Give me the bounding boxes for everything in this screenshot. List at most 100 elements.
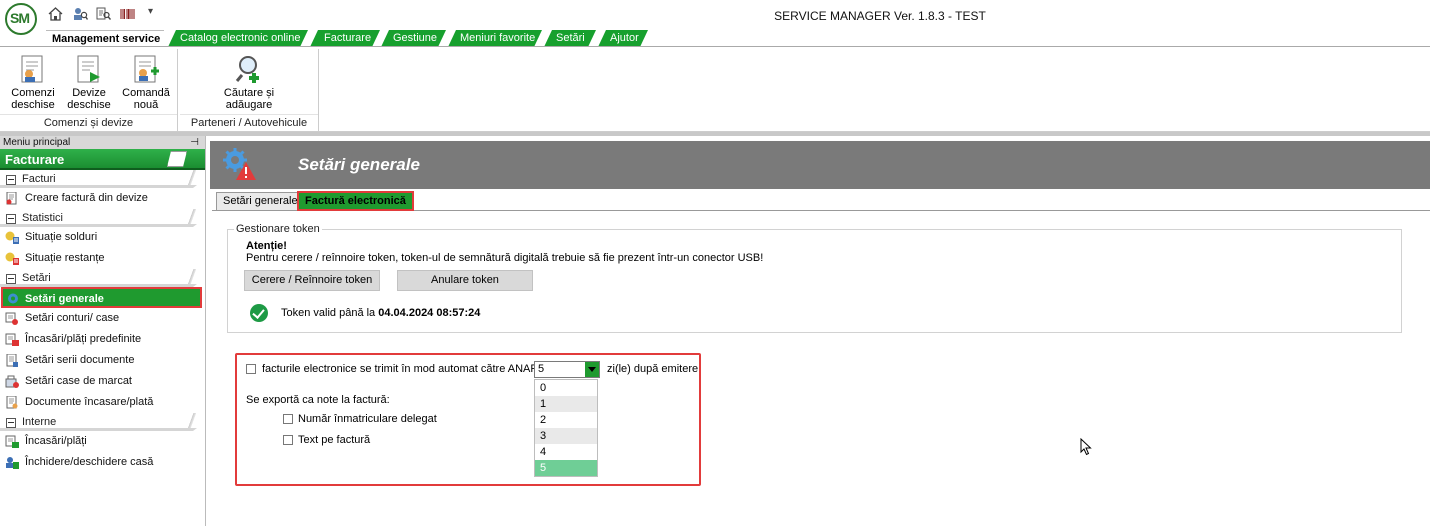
window-title: SERVICE MANAGER Ver. 1.8.3 - TEST [774,9,986,23]
days-suffix-label: zi(le) după emitere [607,363,699,375]
sidebar-item-incasari-plati-predefinite[interactable]: Încasări/plăți predefinite [0,329,205,350]
section-statistici[interactable]: Statistici [0,209,205,227]
sidebar-item-incasari-plati[interactable]: Încasări/plăți [0,431,205,452]
section-setari-label: Setări [22,272,51,284]
sidebar-item-label: Încasări/plăți predefinite [25,333,142,345]
sidebar-item-situatie-restante[interactable]: Situație restanțe [0,248,205,269]
ribbon-group-comenzi-label: Comenzi și devize [0,114,177,129]
sidebar-item-label: Creare factură din devize [25,192,148,204]
sidebar-item-setari-generale[interactable]: Setări generale [1,287,202,308]
payment-documents-icon [5,395,19,409]
balance-report-icon [5,231,19,244]
ribbon-group-comenzi: Comenzi deschise Devize deschise Comandă… [0,49,178,131]
comanda-noua-button[interactable]: Comandă nouă [120,53,172,111]
check-circle-icon [250,304,268,322]
menu-tabs: Management service Catalog electronic on… [0,30,1430,47]
dropdown-option[interactable]: 1 [535,396,597,412]
token-group-legend: Gestionare token [234,223,322,235]
dropdown-option[interactable]: 3 [535,428,597,444]
plate-number-label: Număr înmatriculare delegat [298,413,437,425]
token-status: Token valid până la 04.04.2024 08:57:24 [281,307,480,319]
invoice-text-label: Text pe factură [298,434,371,446]
section-interne-label: Interne [22,416,57,428]
export-notes-label: Se exportă ca note la factură: [246,394,390,406]
tab-facturare-label: Facturare [324,32,372,44]
sidebar-item-documente-incasare-plata[interactable]: Documente încasare/plată [0,392,205,413]
auto-send-label: facturile electronice se trimit în mod a… [262,363,550,375]
page-title: Setări generale [298,155,420,174]
sidebar-item-setari-serii-documente[interactable]: Setări serii documente [0,350,205,371]
plate-number-checkbox[interactable] [283,414,293,424]
token-management-group: Gestionare token Atenție! Pentru cerere … [227,223,1402,333]
sidebar-item-label: Închidere/deschidere casă [25,456,154,468]
invoice-text-checkbox[interactable] [283,435,293,445]
devize-deschise-line1: Devize [72,87,106,99]
predefined-payments-icon [5,333,19,346]
request-token-button[interactable]: Cerere / Reînnoire token [244,270,380,291]
section-statistici-label: Statistici [22,212,63,224]
comenzi-deschise-button[interactable]: Comenzi deschise [8,53,58,111]
settings-gear-icon [6,292,20,305]
days-combobox[interactable]: 5 [534,361,600,378]
invoice-create-icon [5,191,19,205]
tab-ajutor-label: Ajutor [610,32,639,44]
dropdown-option[interactable]: 0 [535,380,597,396]
search-add-icon [234,53,264,85]
title-bar: SM ▾ SERVICE MANAGER Ver. 1.8.3 - TEST [0,0,1430,35]
tab-setari-label: Setări [556,32,585,44]
tab-ajutor[interactable]: Ajutor [598,30,648,47]
dropdown-option-selected[interactable]: 5 [535,460,597,476]
app-logo[interactable]: SM [5,3,37,35]
efactura-options-panel: facturile electronice se trimit în mod a… [235,353,701,486]
token-status-prefix: Token valid până la [281,307,376,319]
section-facturi[interactable]: Facturi [0,170,205,188]
warning-text: Pentru cerere / reînnoire token, token-u… [246,252,764,264]
comanda-noua-line2: nouă [133,99,159,111]
ribbon-group-parteneri-label: Parteneri / Autovehicule [180,114,318,129]
open-orders-icon [18,53,48,85]
left-navigation-panel: Meniu principal ⊣ Facturare Facturi Crea… [0,136,206,526]
ribbon: Comenzi deschise Devize deschise Comandă… [0,47,1430,132]
tab-management-service[interactable]: Management service [46,30,164,47]
main-content: Setări generale Setări generale Factură … [210,136,1430,526]
sidebar-item-situatie-solduri[interactable]: Situație solduri [0,227,205,248]
sidebar-item-inchidere-deschidere-casa[interactable]: Închidere/deschidere casă [0,452,205,473]
left-panel-header-label: Meniu principal [3,137,71,148]
tab-factura-electronica[interactable]: Factură electronică [297,191,414,211]
sidebar-item-setari-conturi-case[interactable]: Setări conturi/ case [0,308,205,329]
devize-deschise-button[interactable]: Devize deschise [64,53,114,111]
section-facturi-label: Facturi [22,173,56,185]
dropdown-option[interactable]: 4 [535,444,597,460]
chevron-down-icon[interactable] [585,362,599,377]
days-combobox-value: 5 [538,363,545,375]
days-dropdown-list: 0 1 2 3 4 5 [534,379,598,477]
tab-setari[interactable]: Setări [544,30,596,47]
cash-register-icon [5,375,19,388]
section-interne[interactable]: Interne [0,413,205,431]
tab-setari-generale[interactable]: Setări generale [216,192,305,210]
tab-meniuri-favorite[interactable]: Meniuri favorite [448,30,542,47]
dropdown-option[interactable]: 2 [535,412,597,428]
sidebar-item-label: Situație restanțe [25,252,105,264]
sidebar-item-setari-case-de-marcat[interactable]: Setări case de marcat [0,371,205,392]
overdue-report-icon [5,252,19,265]
sidebar-item-creare-factura[interactable]: Creare factură din devize [0,188,205,209]
accounts-settings-icon [5,312,19,325]
tab-catalog-label: Catalog electronic online [180,32,301,44]
cautare-adaugare-button[interactable]: Căutare și adăugare [210,53,288,111]
app-logo-text: SM [10,10,30,26]
tab-gestiune[interactable]: Gestiune [381,30,446,47]
ribbon-group-parteneri: Căutare și adăugare Parteneri / Autovehi… [180,49,319,131]
sidebar-item-label: Setări case de marcat [25,375,132,387]
warning-title: Atenție! [246,240,287,252]
sidebar-item-label: Documente încasare/plată [25,396,154,408]
pin-icon[interactable]: ⊣ [190,136,199,149]
auto-send-checkbox[interactable] [246,364,256,374]
sidebar-item-label: Situație solduri [25,231,98,243]
section-setari[interactable]: Setări [0,269,205,287]
cancel-token-button[interactable]: Anulare token [397,270,533,291]
tab-catalog-electronic-online[interactable]: Catalog electronic online [168,30,308,47]
settings-gear-icon [222,147,256,181]
tab-facturare[interactable]: Facturare [310,30,380,47]
tab-meniuri-label: Meniuri favorite [460,32,536,44]
